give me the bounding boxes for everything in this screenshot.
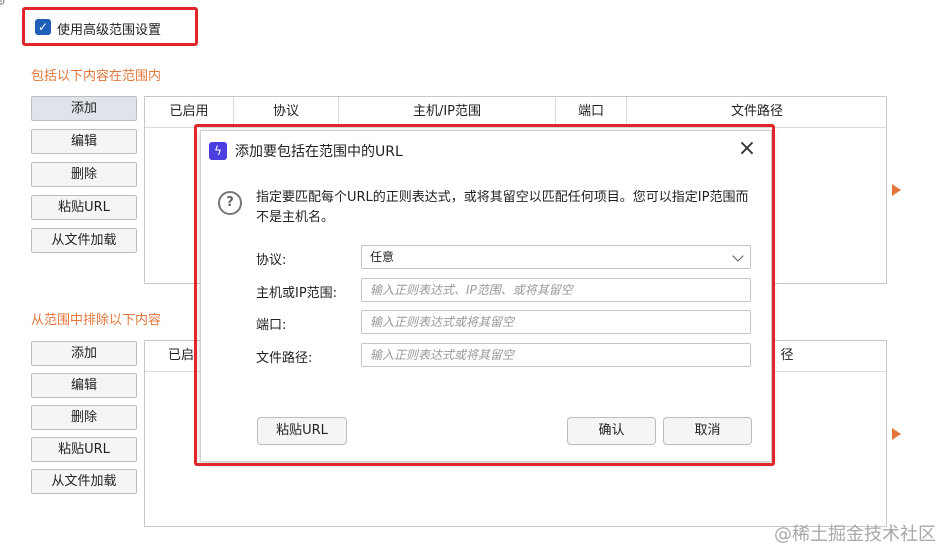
exclude-edit-button[interactable]: 编辑 — [31, 373, 137, 398]
column-protocol[interactable]: 协议 — [234, 97, 339, 127]
gear-icon[interactable]: ⚙ — [0, 0, 8, 8]
column-path[interactable]: 文件路径 — [627, 97, 887, 127]
column-port[interactable]: 端口 — [556, 97, 627, 127]
include-add-button[interactable]: 添加 — [31, 96, 137, 121]
exclude-add-button[interactable]: 添加 — [31, 341, 137, 366]
exclude-load-file-button[interactable]: 从文件加载 — [31, 469, 137, 494]
column-enabled[interactable]: 已启用 — [145, 97, 234, 127]
include-section-title: 包括以下内容在范围内 — [31, 69, 162, 84]
watermark: @稀土掘金技术社区 — [774, 524, 936, 545]
column-host[interactable]: 主机/IP范围 — [339, 97, 556, 127]
exclude-expand-arrow-icon[interactable] — [892, 428, 901, 440]
exclude-paste-url-button[interactable]: 粘贴URL — [31, 437, 137, 462]
include-delete-button[interactable]: 删除 — [31, 162, 137, 187]
check-icon[interactable]: ✓ — [35, 19, 51, 35]
include-load-file-button[interactable]: 从文件加载 — [31, 228, 137, 253]
include-edit-button[interactable]: 编辑 — [31, 129, 137, 154]
exclude-delete-button[interactable]: 删除 — [31, 405, 137, 430]
exclude-section-title: 从范围中排除以下内容 — [31, 313, 162, 328]
advanced-scope-label[interactable]: 使用高级范围设置 — [57, 19, 161, 38]
include-paste-url-button[interactable]: 粘贴URL — [31, 195, 137, 220]
dialog-highlight — [194, 124, 775, 466]
include-expand-arrow-icon[interactable] — [892, 184, 901, 196]
